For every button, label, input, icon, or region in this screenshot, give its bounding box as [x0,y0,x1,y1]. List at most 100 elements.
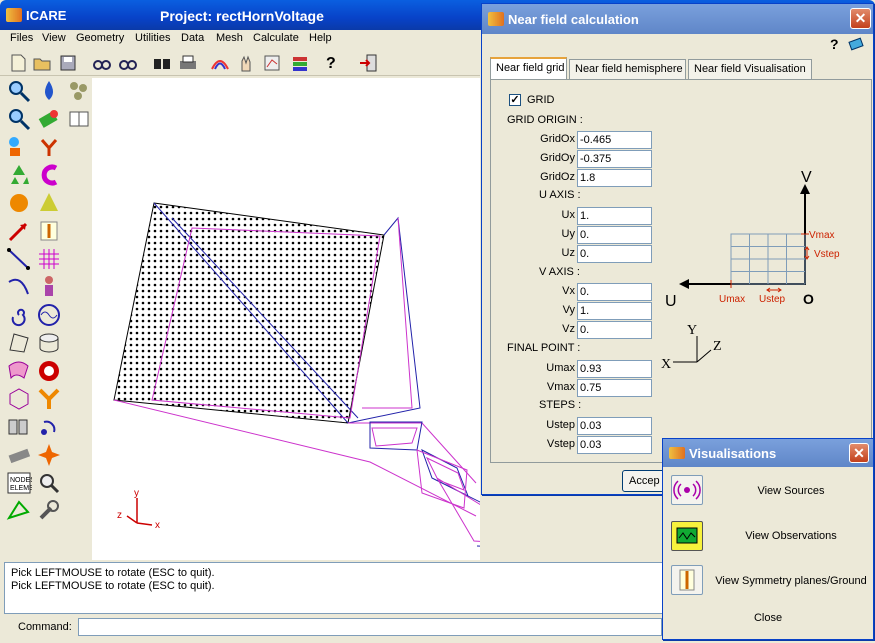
paint-icon[interactable] [36,106,62,132]
eraser-help-icon[interactable] [848,36,864,52]
save-icon[interactable] [58,53,78,73]
eraser-icon[interactable] [6,442,32,468]
gridoz-field[interactable] [577,169,652,187]
arrow-tool-icon[interactable] [6,218,32,244]
radiation-icon[interactable] [36,414,62,440]
surface-icon[interactable] [6,358,32,384]
wave-icon[interactable] [36,302,62,328]
vstep-field[interactable] [577,436,652,454]
hand-icon[interactable] [236,53,256,73]
zoom-out-icon[interactable] [6,106,32,132]
menu-utilities[interactable]: Utilities [135,32,170,44]
app-name: ICARE [26,8,67,23]
window-title: Project: rectHornVoltage [160,8,324,24]
gridoy-field[interactable] [577,150,652,168]
graphics-canvas[interactable]: y z x [92,78,523,560]
ux-field[interactable] [577,207,652,225]
vx-field[interactable] [577,283,652,301]
figure-icon[interactable] [36,274,62,300]
menu-calculate[interactable]: Calculate [253,32,299,44]
menu-view[interactable]: View [42,32,66,44]
tab-near-field-grid[interactable]: Near field grid [490,57,567,80]
y-color-icon[interactable] [36,386,62,412]
exit-icon[interactable] [358,53,378,73]
whats-this-icon[interactable]: ? [830,36,839,52]
magnet-icon[interactable] [36,162,62,188]
grid-origin-heading: GRID ORIGIN : [507,114,583,126]
vmax-field[interactable] [577,379,652,397]
vy-field[interactable] [577,302,652,320]
new-file-icon[interactable] [8,53,28,73]
ux-label: Ux [561,209,575,221]
near-field-title: Near field calculation [508,12,639,27]
menu-data[interactable]: Data [181,32,204,44]
tab-near-field-visualisation[interactable]: Near field Visualisation [688,59,812,79]
cylinder-icon[interactable] [36,330,62,356]
view-glasses-icon[interactable] [92,53,112,73]
menu-files[interactable]: Files [10,32,33,44]
tab-near-field-hemisphere[interactable]: Near field hemisphere [569,59,686,79]
pointer-icon[interactable] [6,134,32,160]
antenna-icon[interactable] [36,218,62,244]
umax-label: Umax [546,362,575,374]
cylinders-icon[interactable] [6,414,32,440]
close-icon[interactable]: ✕ [849,443,869,463]
inspect-icon[interactable] [36,470,62,496]
vx-label: Vx [562,285,575,297]
command-input[interactable] [78,618,662,636]
umax-field[interactable] [577,360,652,378]
y-shape-icon[interactable] [36,134,62,160]
u-axis-heading: U AXIS : [539,189,581,201]
book-icon[interactable] [66,106,92,132]
menu-help[interactable]: Help [309,32,332,44]
drop-icon[interactable] [36,78,62,104]
print-icon[interactable] [178,53,198,73]
view-symmetry-button[interactable] [671,565,703,595]
cone-icon[interactable] [36,190,62,216]
curve-tool-icon[interactable] [6,274,32,300]
ustep-field[interactable] [577,417,652,435]
grid-diagram: V U O Vmax Vstep Umax Ustep Y X Z [661,169,840,372]
recycle-icon[interactable] [6,162,32,188]
view-observations-button[interactable] [671,521,703,551]
close-button[interactable]: Close [741,609,795,629]
uy-field[interactable] [577,226,652,244]
wrench-icon[interactable] [36,498,62,524]
axis-y-label: y [134,488,139,499]
cluster-icon[interactable] [66,78,92,104]
polygon-icon[interactable] [6,330,32,356]
vz-field[interactable] [577,321,652,339]
vis-logo-icon [669,447,685,459]
view-glasses-2-icon[interactable] [118,53,138,73]
spiral-icon[interactable] [6,302,32,328]
chart-tool-icon[interactable] [262,53,282,73]
diagram-u: U [665,293,677,310]
command-label: Command: [18,621,72,633]
line-tool-icon[interactable] [6,246,32,272]
near-field-titlebar[interactable]: Near field calculation ✕ [482,4,873,34]
close-icon[interactable]: ✕ [850,8,871,29]
visualisations-titlebar[interactable]: Visualisations ✕ [663,439,873,467]
nodes-elems-icon[interactable]: NODESELEMS [6,470,32,496]
vstep-label: Vstep [546,438,575,450]
menu-geometry[interactable]: Geometry [76,32,124,44]
console-line: Pick LEFTMOUSE to rotate (ESC to quit). [11,580,215,592]
uz-field[interactable] [577,245,652,263]
rainbow-icon[interactable] [210,53,230,73]
axis-triad: y z x [117,488,160,531]
cube-icon[interactable] [6,386,32,412]
gridox-field[interactable] [577,131,652,149]
open-folder-icon[interactable] [32,53,52,73]
grid-mesh-icon[interactable] [36,246,62,272]
sphere-icon[interactable] [6,190,32,216]
menu-mesh[interactable]: Mesh [216,32,243,44]
grid-checkbox[interactable]: ✓ [509,94,521,106]
target-icon[interactable] [36,358,62,384]
view-sources-button[interactable] [671,475,703,505]
binoculars-icon[interactable] [152,53,172,73]
zoom-in-icon[interactable] [6,78,32,104]
mesh-wire-icon[interactable] [6,498,32,524]
star-burst-icon[interactable] [36,442,62,468]
help-toolbar-icon[interactable]: ? [326,55,336,73]
books-icon[interactable] [290,53,310,73]
